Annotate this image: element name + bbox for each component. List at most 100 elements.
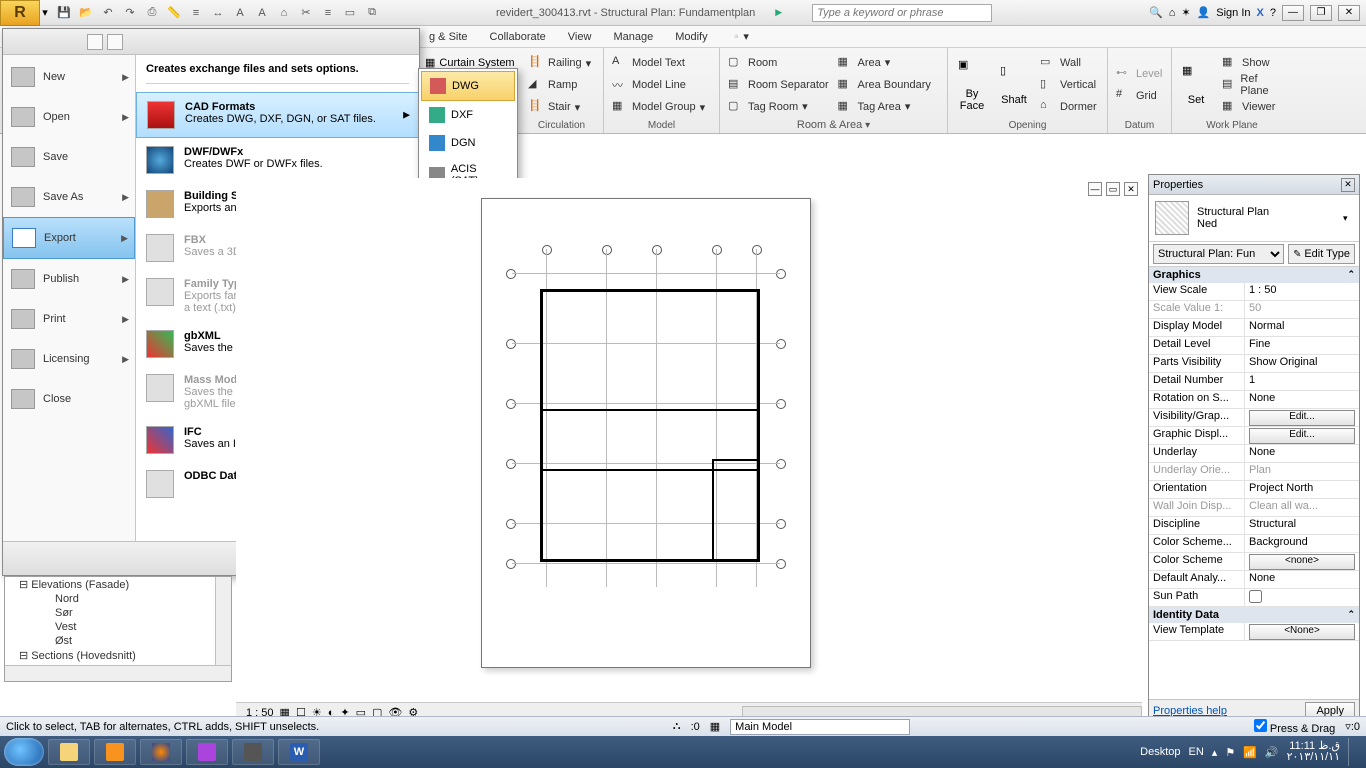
property-row[interactable]: Sun Path: [1149, 589, 1359, 607]
app-logo[interactable]: R: [0, 0, 40, 26]
thin-icon[interactable]: ≡: [318, 3, 338, 23]
tray-clock[interactable]: ق.ظ 11:11 ٢٠١٣/١١/١١: [1287, 741, 1340, 763]
property-row[interactable]: Parts VisibilityShow Original: [1149, 355, 1359, 373]
menu-close[interactable]: Close: [3, 379, 135, 419]
tray-flag-icon[interactable]: ⚑: [1225, 746, 1235, 759]
tray-lang[interactable]: EN: [1189, 746, 1204, 758]
save-icon[interactable]: 💾: [54, 3, 74, 23]
menu-export[interactable]: Export▶: [3, 217, 135, 259]
tab-view[interactable]: View: [564, 29, 596, 45]
tree-elevations[interactable]: Elevations (Fasade): [5, 577, 231, 592]
property-edit-button[interactable]: Edit...: [1249, 428, 1355, 444]
property-edit-button[interactable]: Edit...: [1249, 410, 1355, 426]
view-icon[interactable]: ⌂: [274, 3, 294, 23]
property-row[interactable]: Scale Value 1:50: [1149, 301, 1359, 319]
help-icon[interactable]: ?: [1270, 7, 1276, 19]
property-row[interactable]: View Template<None>: [1149, 623, 1359, 641]
task-word[interactable]: W: [278, 739, 320, 765]
task-yahoo[interactable]: [186, 739, 228, 765]
type-selector[interactable]: Structural Plan: Fun: [1153, 244, 1284, 264]
tray-desktop[interactable]: Desktop: [1140, 746, 1180, 758]
model-group-button[interactable]: ▦Model Group ▾: [608, 97, 715, 117]
project-browser[interactable]: Elevations (Fasade) Nord Sør Vest Øst Se…: [4, 576, 232, 682]
property-row[interactable]: Rotation on S...None: [1149, 391, 1359, 409]
model-text-button[interactable]: AModel Text: [608, 53, 715, 73]
property-row[interactable]: Graphic Displ...Edit...: [1149, 427, 1359, 445]
task-firefox[interactable]: [140, 739, 182, 765]
tree-item[interactable]: Sør: [5, 606, 231, 620]
infocenter-search[interactable]: [812, 4, 992, 22]
viewer-button[interactable]: ▦Viewer: [1218, 97, 1288, 117]
signin-icon[interactable]: 👤: [1197, 6, 1211, 19]
area-button[interactable]: ▦Area ▾: [834, 53, 944, 73]
property-row[interactable]: Color Scheme...Background: [1149, 535, 1359, 553]
palette-close-icon[interactable]: ✕: [1341, 178, 1355, 192]
property-row[interactable]: Color Scheme<none>: [1149, 553, 1359, 571]
property-row[interactable]: UnderlayNone: [1149, 445, 1359, 463]
worksets-icon[interactable]: ⛬: [673, 720, 681, 733]
tree-item[interactable]: Nord: [5, 592, 231, 606]
stair-button[interactable]: 🪜Stair ▾: [524, 97, 599, 117]
set-workplane-button[interactable]: ▦Set: [1176, 50, 1216, 120]
export-dxf[interactable]: DXF: [421, 101, 515, 129]
view-max-icon[interactable]: ▭: [1106, 182, 1120, 196]
tag-icon[interactable]: A: [252, 3, 272, 23]
export-dgn[interactable]: DGN: [421, 129, 515, 157]
type-dropdown-icon[interactable]: ▾: [1343, 213, 1353, 224]
menu-save[interactable]: Save: [3, 137, 135, 177]
close-hidden-icon[interactable]: ▭: [340, 3, 360, 23]
area-boundary-button[interactable]: ▦Area Boundary: [834, 75, 944, 95]
model-line-button[interactable]: 〰Model Line: [608, 75, 715, 95]
undo-icon[interactable]: ↶: [98, 3, 118, 23]
property-row[interactable]: Detail Number1: [1149, 373, 1359, 391]
filter-icon[interactable]: ▿:0: [1345, 720, 1360, 733]
property-row[interactable]: Visibility/Grap...Edit...: [1149, 409, 1359, 427]
switch-icon[interactable]: ⧉: [362, 3, 382, 23]
tree-item[interactable]: Øst: [5, 634, 231, 648]
menu-publish[interactable]: Publish▶: [3, 259, 135, 299]
tree-sections[interactable]: Sections (Hovedsnitt): [5, 648, 231, 663]
tree-item[interactable]: Vest: [5, 620, 231, 634]
export-cad-formats[interactable]: CAD FormatsCreates DWG, DXF, DGN, or SAT…: [136, 92, 419, 138]
tag-area-button[interactable]: ▦Tag Area ▾: [834, 97, 944, 117]
tray-volume-icon[interactable]: 🔊: [1265, 746, 1279, 759]
show-workplane-button[interactable]: ▦Show: [1218, 53, 1288, 73]
minimize-button[interactable]: —: [1282, 5, 1304, 21]
recent-docs-icon[interactable]: [87, 34, 103, 50]
workset-selector[interactable]: [730, 719, 910, 735]
open-icon[interactable]: 📂: [76, 3, 96, 23]
align-icon[interactable]: ≡: [186, 3, 206, 23]
editable-icon[interactable]: ▦: [710, 720, 720, 733]
export-dwg[interactable]: DWG: [421, 71, 515, 101]
property-row[interactable]: View Scale1 : 50: [1149, 283, 1359, 301]
menu-open[interactable]: Open▶: [3, 97, 135, 137]
dormer-button[interactable]: ⌂Dormer: [1036, 97, 1103, 117]
subscription-icon[interactable]: ⌂: [1169, 7, 1176, 19]
dim-icon[interactable]: ↔: [208, 3, 228, 23]
property-row[interactable]: Detail LevelFine: [1149, 337, 1359, 355]
export-dwf[interactable]: DWF/DWFxCreates DWF or DWFx files.: [136, 138, 419, 182]
tag-room-button[interactable]: ▢Tag Room ▾: [724, 97, 834, 117]
property-checkbox[interactable]: [1249, 590, 1262, 603]
view-close-icon[interactable]: ✕: [1124, 182, 1138, 196]
task-revit[interactable]: [232, 739, 274, 765]
vertical-opening-button[interactable]: ▯Vertical: [1036, 75, 1103, 95]
menu-save-as[interactable]: Save As▶: [3, 177, 135, 217]
measure-icon[interactable]: 📏: [164, 3, 184, 23]
property-row[interactable]: Underlay Orie...Plan: [1149, 463, 1359, 481]
close-button[interactable]: ✕: [1338, 5, 1360, 21]
task-media[interactable]: [94, 739, 136, 765]
open-docs-icon[interactable]: [107, 34, 123, 50]
restore-button[interactable]: ❐: [1310, 5, 1332, 21]
property-edit-button[interactable]: <None>: [1249, 624, 1355, 640]
tab-modify[interactable]: Modify: [671, 29, 711, 45]
wall-opening-button[interactable]: ▭Wall: [1036, 53, 1103, 73]
start-button[interactable]: [4, 738, 44, 766]
tab-collaborate[interactable]: Collaborate: [486, 29, 550, 45]
view-min-icon[interactable]: —: [1088, 182, 1102, 196]
task-explorer[interactable]: [48, 739, 90, 765]
exchange-icon[interactable]: ✶: [1181, 6, 1190, 19]
ref-plane-button[interactable]: ▤Ref Plane: [1218, 75, 1288, 95]
tab-manage[interactable]: Manage: [609, 29, 657, 45]
room-sep-button[interactable]: ▤Room Separator: [724, 75, 834, 95]
